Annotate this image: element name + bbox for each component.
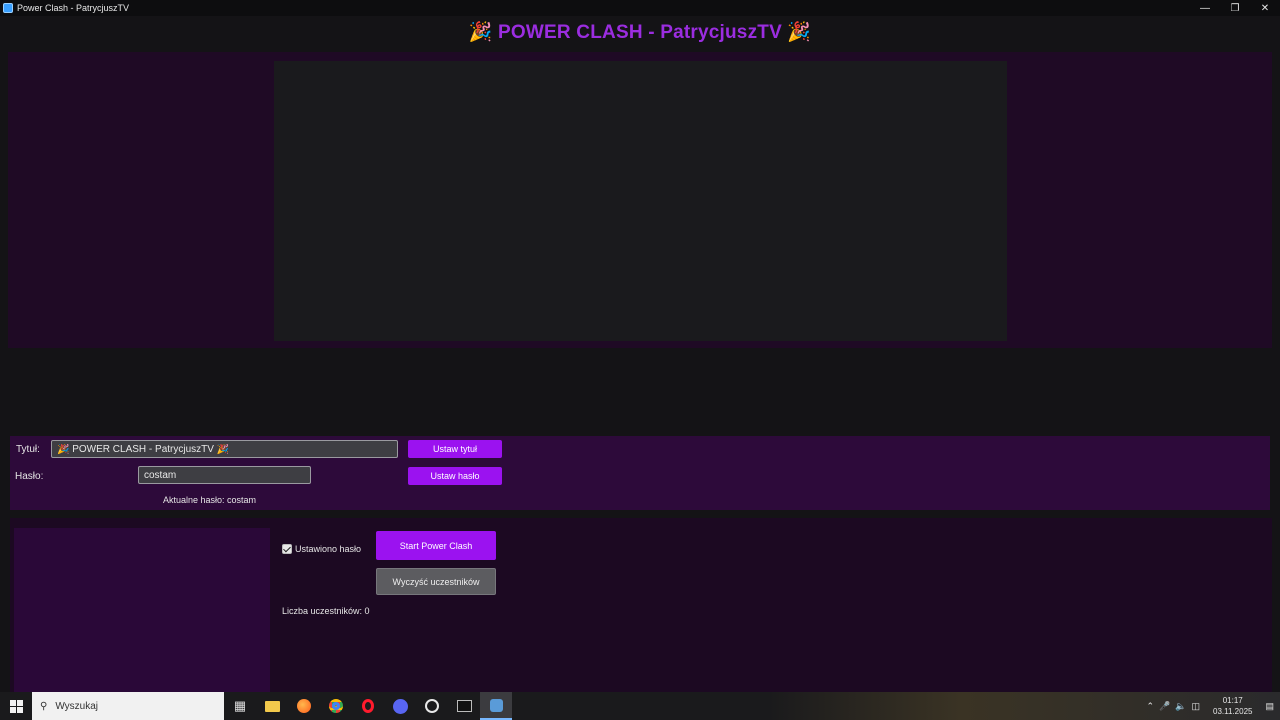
set-password-button[interactable]: Ustaw hasło <box>408 467 502 485</box>
taskbar-search[interactable]: ⚲ Wyszukaj <box>32 692 224 720</box>
opera-icon[interactable] <box>352 692 384 720</box>
preview-area <box>274 61 1007 341</box>
task-view-icon[interactable]: ▦ <box>224 692 256 720</box>
clock-app-icon[interactable] <box>416 692 448 720</box>
clear-participants-button[interactable]: Wyczyść uczestników <box>376 568 496 595</box>
password-input[interactable] <box>138 466 311 484</box>
password-set-checkbox[interactable]: Ustawiono hasło <box>282 544 361 554</box>
discord-icon[interactable] <box>384 692 416 720</box>
title-bar: Power Clash - PatrycjuszTV — ❐ ✕ <box>0 0 1280 16</box>
microphone-icon[interactable]: 🎤 <box>1159 701 1170 712</box>
restore-button[interactable]: ❐ <box>1220 0 1250 16</box>
app-icon <box>3 3 13 13</box>
app-window: Power Clash - PatrycjuszTV — ❐ ✕ 🎉 POWER… <box>0 0 1280 720</box>
taskbar: ⚲ Wyszukaj ▦ ⌃ 🎤 🔈 ◫ 01:17 03.11.2025 ▤ <box>0 692 1280 720</box>
chevron-up-icon[interactable]: ⌃ <box>1147 701 1155 712</box>
participants-area <box>14 528 270 692</box>
chrome-icon[interactable] <box>320 692 352 720</box>
system-tray: ⌃ 🎤 🔈 ◫ 01:17 03.11.2025 ▤ <box>1147 692 1280 720</box>
search-placeholder: Wyszukaj <box>55 700 99 712</box>
firefox-icon[interactable] <box>288 692 320 720</box>
close-button[interactable]: ✕ <box>1250 0 1280 16</box>
taskbar-clock[interactable]: 01:17 03.11.2025 <box>1213 695 1252 717</box>
current-password-text: Aktualne hasło: costam <box>163 495 257 505</box>
password-set-label: Ustawiono hasło <box>295 544 362 554</box>
volume-icon[interactable]: 🔈 <box>1175 701 1186 712</box>
windows-logo-icon <box>9 699 23 713</box>
clock-time: 01:17 <box>1222 696 1243 705</box>
search-icon: ⚲ <box>40 700 48 712</box>
clock-date: 03.11.2025 <box>1213 707 1253 716</box>
terminal-icon[interactable] <box>448 692 480 720</box>
start-button[interactable] <box>0 692 32 720</box>
minimize-button[interactable]: — <box>1190 0 1220 16</box>
checkbox-checked-icon[interactable] <box>282 544 292 554</box>
participants-count: Liczba uczestników: 0 <box>282 606 370 616</box>
power-clash-app-icon[interactable] <box>480 692 512 720</box>
network-icon[interactable]: ◫ <box>1192 701 1201 712</box>
page-title: 🎉 POWER CLASH - PatrycjuszTV 🎉 <box>468 22 812 43</box>
notifications-icon[interactable]: ▤ <box>1265 701 1274 712</box>
file-explorer-icon[interactable] <box>256 692 288 720</box>
title-input[interactable] <box>51 440 398 458</box>
password-label: Hasło: <box>15 471 44 482</box>
title-label: Tytuł: <box>16 444 40 455</box>
start-button[interactable]: Start Power Clash <box>376 531 496 560</box>
set-title-button[interactable]: Ustaw tytuł <box>408 440 502 458</box>
window-title: Power Clash - PatrycjuszTV <box>17 3 130 13</box>
